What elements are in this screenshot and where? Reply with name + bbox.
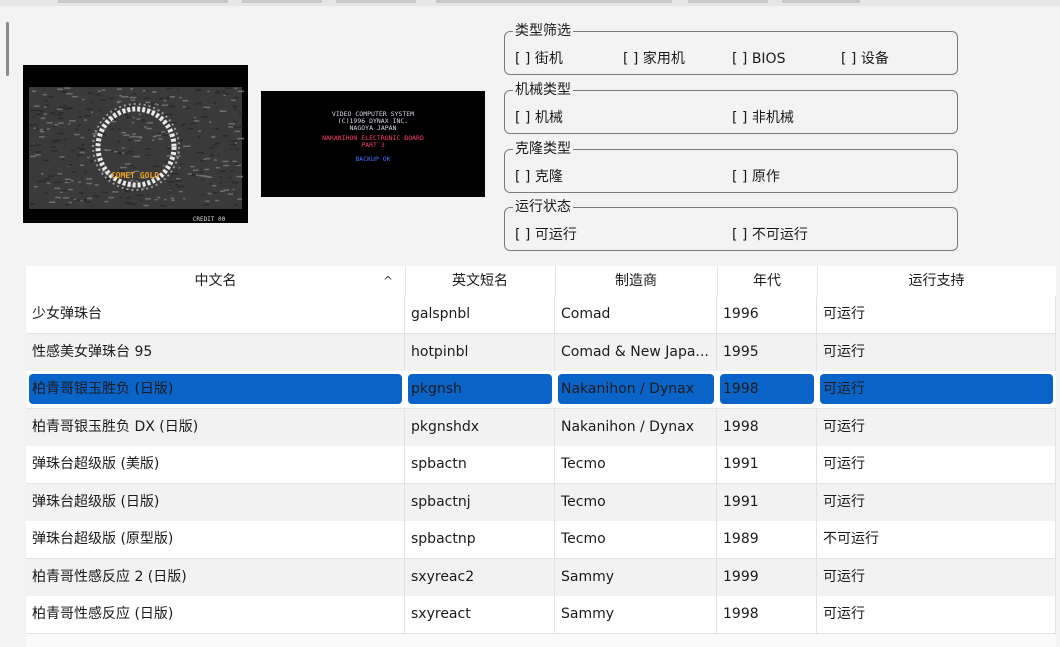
boot-snapshot: VIDEO COMPUTER SYSTEM (C)1996 DYNAX INC.… — [261, 91, 485, 197]
table-row[interactable]: 少女弹珠台 galspnbl Comad 1996 可运行 — [26, 296, 1056, 334]
column-header-chinese-name[interactable]: 中文名 ^ — [26, 266, 406, 296]
group-title: 机械类型 — [513, 80, 573, 100]
table-cell: 可运行 — [817, 371, 1056, 408]
checkbox-non-mechanical[interactable]: [ ] 非机械 — [732, 108, 794, 128]
table-cell: 柏青哥银玉胜负 (日版) — [26, 371, 405, 408]
table-cell: sxyreac2 — [405, 558, 555, 596]
sort-ascending-icon: ^ — [382, 274, 393, 288]
table-cell: Tecmo — [555, 446, 717, 483]
table-cell: 柏青哥性感反应 2 (日版) — [26, 558, 405, 596]
table-row[interactable]: 柏青哥性感反应 (日版) sxyreact Sammy 1998 可运行 — [26, 596, 1056, 634]
checkbox-clone[interactable]: [ ] 克隆 — [515, 167, 563, 187]
table-row[interactable]: 弹珠台超级版 (美版) spbactn Tecmo 1991 可运行 — [26, 446, 1056, 484]
table-cell: spbactn — [405, 446, 555, 483]
table-cell: 可运行 — [817, 558, 1056, 596]
table-row[interactable]: 性感美女弹珠台 95 hotpinbl Comad & New Japa... 199… — [26, 333, 1056, 372]
table-cell: 不可运行 — [817, 521, 1056, 558]
boot-line-4: PART 3 — [361, 141, 385, 149]
table-cell: 1995 — [717, 333, 817, 371]
checkbox-not-runnable[interactable]: [ ] 不可运行 — [732, 225, 808, 245]
table-cell: 弹珠台超级版 (日版) — [26, 483, 405, 521]
column-header-year[interactable]: 年代 — [717, 266, 818, 296]
panel-resize-handle[interactable] — [6, 22, 9, 76]
checkbox-console[interactable]: [ ] 家用机 — [623, 49, 685, 69]
title-snapshot: COMET GOLD CREDIT 00 — [23, 65, 248, 223]
table-cell: Sammy — [555, 558, 717, 596]
table-cell: 柏青哥银玉胜负 DX (日版) — [26, 408, 405, 446]
table-cell: 可运行 — [817, 408, 1056, 446]
table-cell: 1998 — [717, 596, 817, 633]
game-list-table: 中文名 ^ 英文短名 制造商 年代 运行支持 少女弹珠台 galspnbl Coma… — [26, 266, 1056, 647]
top-tab-strip — [0, 0, 1060, 6]
table-cell: 1996 — [717, 296, 817, 333]
table-cell: Tecmo — [555, 521, 717, 558]
table-row[interactable]: 弹珠台超级版 (日版) spbactnj Tecmo 1991 可运行 — [26, 483, 1056, 522]
checkbox-arcade[interactable]: [ ] 街机 — [515, 49, 563, 69]
table-cell: 可运行 — [817, 333, 1056, 371]
table-row[interactable]: 柏青哥银玉胜负 DX (日版) pkgnshdx Nakanihon / Dynax… — [26, 408, 1056, 447]
table-cell: 可运行 — [817, 296, 1056, 333]
table-cell: pkgnshdx — [405, 408, 555, 446]
table-cell: Comad & New Japa... — [555, 333, 717, 371]
table-cell: Comad — [555, 296, 717, 333]
table-cell: 可运行 — [817, 483, 1056, 521]
table-header: 中文名 ^ 英文短名 制造商 年代 运行支持 — [26, 266, 1056, 297]
table-cell: 少女弹珠台 — [26, 296, 405, 333]
table-cell: 可运行 — [817, 446, 1056, 483]
boot-line-2: NAGOYA JAPAN — [350, 124, 397, 132]
group-title: 运行状态 — [513, 197, 573, 217]
table-cell: 1991 — [717, 483, 817, 521]
table-cell: spbactnp — [405, 521, 555, 558]
table-cell: 1989 — [717, 521, 817, 558]
snapshot-logo: COMET GOLD — [111, 171, 159, 180]
table-cell: sxyreact — [405, 596, 555, 633]
column-header-manufacturer[interactable]: 制造商 — [555, 266, 718, 296]
checkbox-runnable[interactable]: [ ] 可运行 — [515, 225, 577, 245]
table-cell: 1999 — [717, 558, 817, 596]
run-status-group: 运行状态 [ ] 可运行 [ ] 不可运行 — [504, 197, 958, 251]
table-cell: Tecmo — [555, 483, 717, 521]
table-row[interactable]: 弹珠台超级版 (原型版) spbactnp Tecmo 1989 不可运行 — [26, 521, 1056, 559]
group-title: 克隆类型 — [513, 139, 573, 159]
checkbox-original[interactable]: [ ] 原作 — [732, 167, 780, 187]
table-cell: hotpinbl — [405, 333, 555, 371]
table-cell: 1991 — [717, 446, 817, 483]
table-cell: Nakanihon / Dynax — [555, 408, 717, 446]
checkbox-mechanical[interactable]: [ ] 机械 — [515, 108, 563, 128]
table-cell: 柏青哥性感反应 (日版) — [26, 596, 405, 633]
table-cell: 弹珠台超级版 (原型版) — [26, 521, 405, 558]
table-cell: 1998 — [717, 371, 817, 408]
table-row[interactable]: 柏青哥性感反应 2 (日版) sxyreac2 Sammy 1999 可运行 — [26, 558, 1056, 597]
clone-type-group: 克隆类型 [ ] 克隆 [ ] 原作 — [504, 139, 958, 193]
type-filter-group: 类型筛选 [ ] 街机 [ ] 家用机 [ ] BIOS [ ] 设备 — [504, 21, 958, 75]
table-cell: Nakanihon / Dynax — [555, 371, 717, 408]
group-title: 类型筛选 — [513, 21, 573, 41]
table-cell: spbactnj — [405, 483, 555, 521]
column-header-run-support[interactable]: 运行支持 — [817, 266, 1056, 296]
table-cell: 性感美女弹珠台 95 — [26, 333, 405, 371]
table-cell: 弹珠台超级版 (美版) — [26, 446, 405, 483]
table-cell: pkgnsh — [405, 371, 555, 408]
table-row[interactable]: 柏青哥银玉胜负 (日版) pkgnsh Nakanihon / Dynax 1998 可… — [26, 371, 1056, 409]
table-cell: 可运行 — [817, 596, 1056, 633]
table-cell: 1998 — [717, 408, 817, 446]
machine-type-group: 机械类型 [ ] 机械 [ ] 非机械 — [504, 80, 958, 134]
table-cell: galspnbl — [405, 296, 555, 333]
boot-line-5: BACKUP OK — [355, 155, 390, 163]
snapshot-credit: CREDIT 00 — [193, 216, 226, 223]
table-cell: Sammy — [555, 596, 717, 633]
checkbox-bios[interactable]: [ ] BIOS — [732, 49, 785, 69]
checkbox-device[interactable]: [ ] 设备 — [841, 49, 889, 69]
column-header-short-name[interactable]: 英文短名 — [405, 266, 556, 296]
